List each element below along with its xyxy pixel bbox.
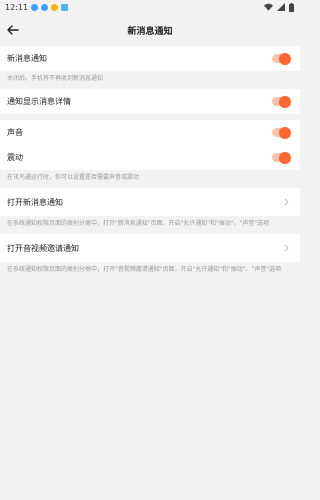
- page-title: 新消息通知: [127, 26, 173, 37]
- chevron-right-icon: [282, 244, 290, 252]
- notification-app-icon: [31, 3, 39, 11]
- sound-toggle[interactable]: [272, 126, 291, 139]
- setting-label: 声音: [7, 128, 23, 137]
- open-notification-hint: 在系统通知权限页面的类别分类中，打开"新消息通知"页面，开启"允许通知"和"振动…: [0, 216, 300, 234]
- toggle-knob: [279, 126, 291, 139]
- notification-app-icon: [41, 3, 49, 11]
- new-message-hint: 关闭后，手机将不再收到新消息通知: [0, 71, 300, 89]
- new-message-toggle[interactable]: [272, 52, 291, 65]
- toolbar: 新消息通知: [0, 14, 300, 46]
- status-left: 12:11: [5, 2, 69, 12]
- open-av-notification-row[interactable]: 打开音视频邀请通知: [0, 234, 300, 262]
- show-detail-toggle[interactable]: [272, 95, 291, 108]
- sound-hint: 在讯鸟通运行时，你可以设置是否需要声音或震动: [0, 170, 300, 188]
- status-bar: 12:11: [0, 0, 300, 14]
- open-av-notification-hint: 在系统通知权限页面的类别分类中，打开"音视频邀请通知"页面，开启"允许通知"和"…: [0, 262, 300, 280]
- section-open-notification: 打开新消息通知: [0, 188, 300, 216]
- setting-row-new-message: 新消息通知: [0, 46, 300, 71]
- notification-app-icon: [61, 3, 69, 11]
- battery-icon: [289, 2, 294, 12]
- status-time: 12:11: [5, 2, 29, 12]
- setting-label: 打开新消息通知: [7, 197, 63, 207]
- notification-app-icon: [51, 3, 59, 11]
- signal-icon: [277, 3, 285, 11]
- status-right: [264, 2, 294, 12]
- toggle-knob: [279, 151, 291, 164]
- section-open-av-notification: 打开音视频邀请通知: [0, 234, 300, 262]
- setting-row-show-detail: 通知显示消息详情: [0, 89, 300, 114]
- setting-label: 新消息通知: [7, 54, 47, 63]
- vibrate-toggle[interactable]: [272, 151, 291, 164]
- section-new-message: 新消息通知: [0, 46, 300, 71]
- wifi-icon: [264, 3, 273, 11]
- back-arrow-icon: [7, 25, 19, 35]
- section-show-detail: 通知显示消息详情: [0, 89, 300, 114]
- toggle-knob: [279, 95, 291, 108]
- chevron-right-icon: [282, 198, 290, 206]
- toggle-knob: [279, 52, 291, 65]
- section-sound-vibrate: 声音 震动: [0, 120, 300, 170]
- open-notification-row[interactable]: 打开新消息通知: [0, 188, 300, 216]
- setting-label: 震动: [7, 153, 23, 162]
- setting-label: 通知显示消息详情: [7, 97, 71, 106]
- back-button[interactable]: [4, 21, 22, 39]
- setting-row-vibrate: 震动: [0, 145, 300, 170]
- setting-label: 打开音视频邀请通知: [7, 243, 79, 253]
- setting-row-sound: 声音: [0, 120, 300, 145]
